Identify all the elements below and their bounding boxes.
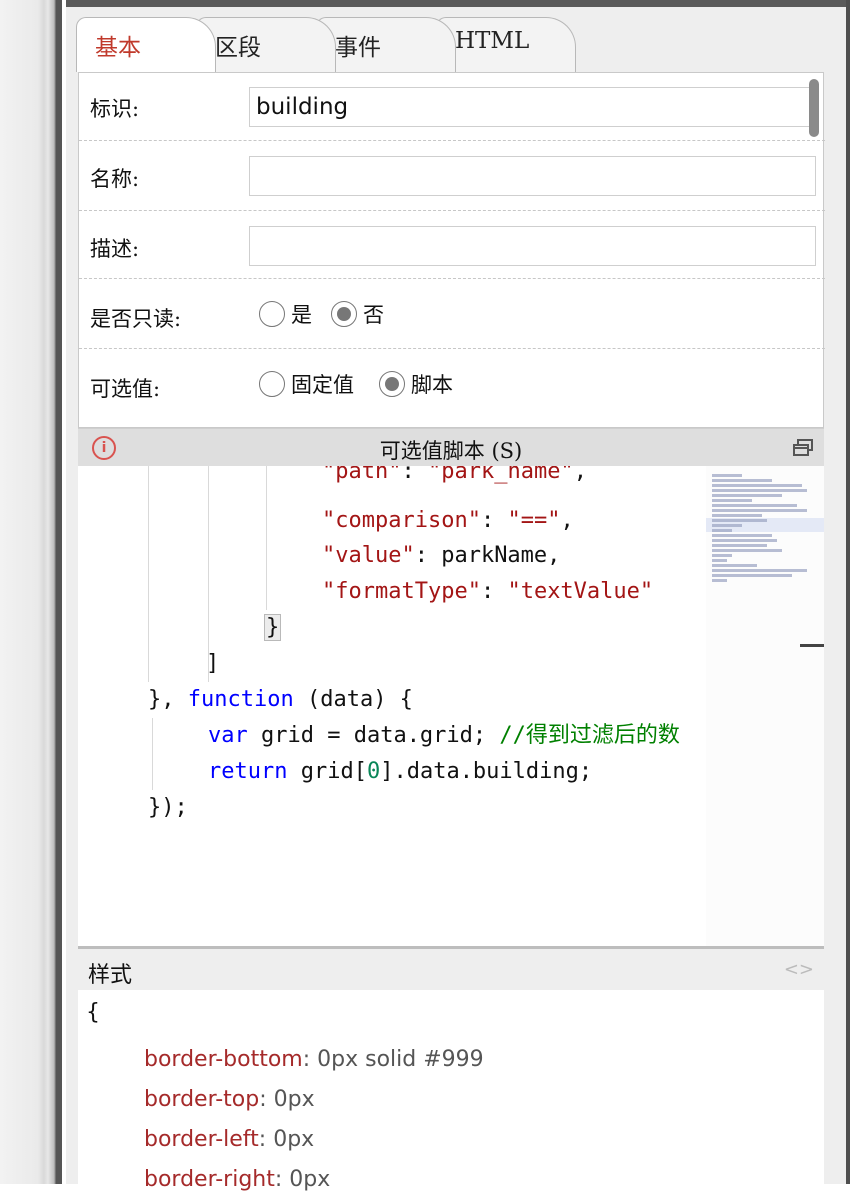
form-scrollbar[interactable]: [809, 79, 819, 137]
code-minimap[interactable]: [706, 466, 824, 946]
radio-unchecked-icon: [259, 301, 285, 327]
readonly-yes-radio[interactable]: 是: [259, 299, 312, 329]
tab-events[interactable]: 事件: [316, 17, 456, 72]
tab-json[interactable]: JSON: [556, 17, 691, 72]
tab-bar: 基本 区段 事件 HTML JSON: [76, 17, 836, 72]
options-label: 可选值:: [90, 377, 161, 401]
name-label: 名称:: [90, 167, 140, 191]
readonly-label: 是否只读:: [90, 307, 182, 331]
css-rule: border-left: 0px: [144, 1127, 315, 1152]
code-line: var grid = data.grid; //得到过滤后的数: [208, 723, 680, 748]
css-rule: border-top: 0px: [144, 1087, 315, 1112]
css-open-brace: {: [86, 1000, 100, 1025]
options-fixed-radio[interactable]: 固定值: [259, 369, 354, 399]
properties-panel: 基本 区段 事件 HTML JSON 标识: 名称: 描述: 是否只读: 是 否: [66, 7, 846, 1192]
radio-checked-icon: [331, 301, 357, 327]
id-label: 标识:: [90, 97, 140, 121]
tab-label: JSON: [575, 28, 639, 54]
desc-input[interactable]: [249, 226, 816, 266]
code-line: return grid[0].data.building;: [208, 759, 593, 784]
code-line: "comparison": "==",: [322, 508, 574, 533]
panel-border: [56, 0, 62, 1184]
tab-label: 区段: [215, 35, 261, 61]
options-fixed-label: 固定值: [291, 373, 354, 397]
tab-label: HTML: [455, 28, 530, 54]
radio-checked-icon: [379, 371, 405, 397]
left-sidebar-chrome: [0, 0, 62, 1184]
script-panel-header: i 可选值脚本 (S): [78, 428, 824, 466]
code-line: "formatType": "textValue": [322, 579, 654, 604]
name-input[interactable]: [249, 156, 816, 196]
code-line: "value": parkName,: [322, 543, 561, 568]
code-line: "path": "park_name",: [322, 466, 587, 484]
form-row-desc: 描述:: [79, 211, 825, 279]
tab-html[interactable]: HTML: [436, 17, 576, 72]
window-restore-icon[interactable]: [792, 439, 814, 457]
code-line: }: [264, 614, 282, 641]
options-script-label: 脚本: [411, 373, 453, 397]
form-row-name: 名称:: [79, 141, 825, 211]
id-input[interactable]: [249, 87, 816, 127]
form-row-readonly: 是否只读: 是 否: [79, 279, 825, 349]
code-line: });: [148, 795, 188, 820]
code-line: }, function (data) {: [148, 687, 413, 712]
indent-guide: [152, 718, 153, 790]
style-panel-header: 样式 <>: [78, 946, 824, 990]
right-edge: [846, 0, 850, 1184]
code-arrows-icon[interactable]: <>: [784, 959, 814, 980]
tab-label: 事件: [335, 35, 381, 61]
script-panel-title: 可选值脚本 (S): [379, 439, 523, 463]
readonly-yes-label: 是: [291, 303, 312, 327]
style-editor[interactable]: { border-bottom: 0px solid #999 border-t…: [78, 990, 824, 1192]
indent-guide: [148, 466, 149, 682]
css-rule: border-bottom: 0px solid #999: [144, 1047, 484, 1072]
script-editor[interactable]: "path": "park_name", "comparison": "==",…: [78, 466, 824, 946]
basic-form: 标识: 名称: 描述: 是否只读: 是 否 可选值: 固定: [78, 72, 825, 429]
tab-basic[interactable]: 基本: [76, 17, 216, 72]
top-bar: [66, 0, 850, 7]
options-script-radio[interactable]: 脚本: [379, 369, 453, 399]
minimap-scrollbar[interactable]: [800, 644, 824, 647]
tab-section[interactable]: 区段: [196, 17, 336, 72]
style-panel-title: 样式: [88, 963, 133, 988]
form-row-options: 可选值: 固定值 脚本: [79, 349, 825, 429]
radio-unchecked-icon: [259, 371, 285, 397]
readonly-no-label: 否: [363, 303, 384, 327]
indent-guide: [266, 466, 267, 610]
desc-label: 描述:: [90, 237, 140, 261]
readonly-no-radio[interactable]: 否: [331, 299, 384, 329]
css-rule: border-right: 0px: [144, 1167, 331, 1192]
tab-label: 基本: [95, 35, 141, 61]
form-row-id: 标识:: [79, 73, 825, 141]
code-line: ]: [206, 651, 220, 676]
